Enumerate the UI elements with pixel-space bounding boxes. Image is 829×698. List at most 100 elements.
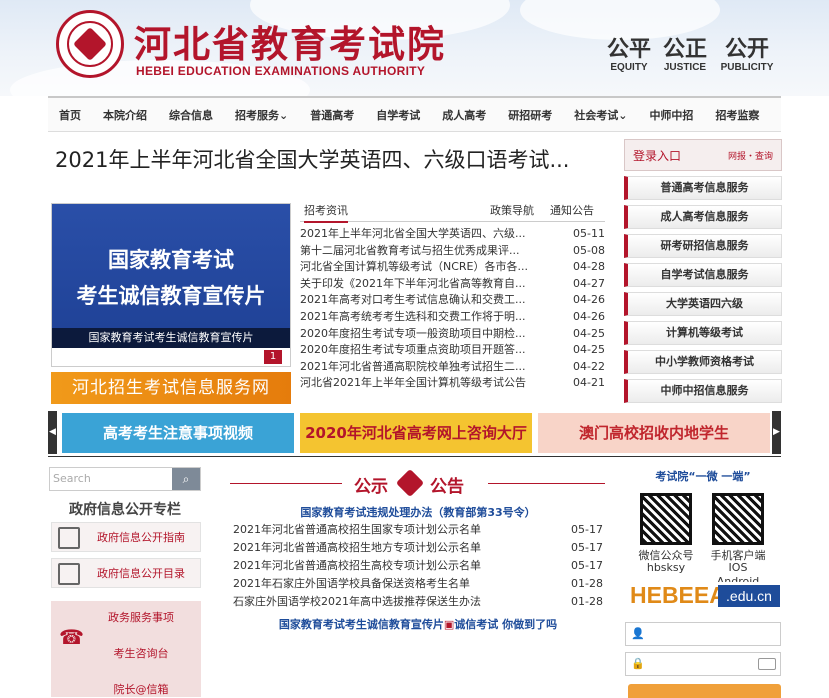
gov-guide-button[interactable]: 政府信息公开指南	[51, 522, 201, 552]
service-zhongshi[interactable]: 中师中招信息服务	[624, 379, 782, 403]
authority-logo[interactable]	[56, 10, 124, 78]
mailbox-link[interactable]: 院长@信箱	[81, 681, 201, 697]
banner-pager	[52, 348, 290, 366]
gov-guide-label: 政府信息公开指南	[97, 531, 185, 544]
site-header: 河北省教育考试院 HEBEI EDUCATION EXAMINATIONS AU…	[0, 0, 829, 96]
media-caption: 考试院“一微 一端”	[655, 470, 751, 483]
service-gaokao[interactable]: 普通高考信息服务	[624, 176, 782, 200]
media-panel: 考试院“一微 一端”	[624, 468, 782, 484]
integrity-label: 国家教育考试考生诚信教育宣传片	[278, 618, 444, 631]
tab-policy[interactable]: 政策导航	[490, 202, 534, 218]
banner-caption: 国家教育考试考生诚信教育宣传片	[52, 328, 290, 348]
motto-publicity: 公开 PUBLICITY	[720, 36, 774, 73]
video-icon: ▣	[443, 618, 455, 631]
list-icon	[58, 563, 80, 585]
banner-line1: 国家教育考试	[108, 248, 234, 272]
wechat-id: hbsksy	[646, 561, 686, 574]
login-label: 登录入口	[633, 148, 682, 163]
notice-title-left: 公示	[354, 477, 388, 497]
nav-social-exam[interactable]: 社会考试⌄	[563, 107, 638, 123]
app-ios: IOS	[728, 561, 748, 574]
tab-exam-news[interactable]: 招考资讯	[304, 202, 348, 223]
promo-online-hall[interactable]: 2020年河北省高考网上咨询大厅	[300, 413, 532, 453]
list-item[interactable]: 河北省全国计算机等级考试（NCRE）各市各... 04-28	[300, 259, 605, 276]
motto-equity: 公平 EQUITY	[606, 36, 651, 73]
integrity-slogan: 诚信考试 你做到了吗	[454, 618, 558, 631]
list-item[interactable]: 2020年度招生考试专项重点资助项目开题答... 04-25	[300, 342, 605, 359]
nav-zhongshi[interactable]: 中师中招	[638, 107, 704, 123]
nav-about[interactable]: 本院介绍	[92, 107, 158, 123]
list-item[interactable]: 石家庄外国语学校2021年高中选拔推荐保送生办法 01-28	[233, 593, 603, 611]
site-subtitle: HEBEI EDUCATION EXAMINATIONS AUTHORITY	[136, 64, 426, 78]
hebeea-domain: .edu.cn	[718, 585, 780, 607]
emblem-icon	[395, 468, 425, 498]
nav-general-info[interactable]: 综合信息	[158, 107, 224, 123]
nav-adult-exam[interactable]: 成人高考	[431, 107, 497, 123]
list-item[interactable]: 2021年石家庄外国语学校具备保送资格考生名单 01-28	[233, 575, 603, 593]
password-field[interactable]: 🔒	[625, 652, 781, 676]
notice-headline[interactable]: 国家教育考试违规处理办法（教育部第33号令）	[233, 504, 603, 521]
hebeea-logo[interactable]: HEBEEA .edu.cn	[630, 582, 780, 610]
keyboard-icon[interactable]	[758, 658, 776, 670]
notice-header: 公示 公告	[230, 468, 605, 498]
list-item[interactable]: 2021年河北省普通高校招生高校专项计划公示名单 05-17	[233, 557, 603, 575]
list-item[interactable]: 2020年度招生考试专项一般资助项目中期检... 04-25	[300, 326, 605, 343]
list-item[interactable]: 2021年高考对口考生考试信息确认和交费工... 04-26	[300, 292, 605, 309]
list-item[interactable]: 2021年河北省普通高校招生国家专项计划公示名单 05-17	[233, 521, 603, 539]
promo-macau[interactable]: 澳门高校招收内地学生	[538, 413, 770, 453]
affairs-box: 政务服务事项 ☎ 考生咨询台 院长@信箱	[51, 601, 201, 697]
nav-graduate[interactable]: 研招研考	[497, 107, 563, 123]
banner-line2: 考生诚信教育宣传片	[76, 284, 266, 308]
search-icon[interactable]: ⌕	[172, 468, 200, 490]
promo-gaokao-video[interactable]: 高考考生注意事项视频	[62, 413, 294, 453]
list-item[interactable]: 2021年河北省普通高职院校单独考试招生二... 04-22	[300, 359, 605, 376]
tab-notice[interactable]: 通知公告	[550, 202, 594, 218]
site-title: 河北省教育考试院	[134, 22, 446, 66]
list-item[interactable]: 关于印发《2021年下半年河北省高等教育自... 04-27	[300, 276, 605, 293]
gov-catalog-button[interactable]: 政府信息公开目录	[51, 558, 201, 588]
service-teacher-cert[interactable]: 中小学教师资格考试	[624, 350, 782, 374]
login-entry[interactable]: 登录入口 网报・查询	[624, 139, 782, 171]
lock-icon: 🔒	[631, 657, 645, 670]
nav-gaokao[interactable]: 普通高考	[299, 107, 365, 123]
list-item[interactable]: 2021年河北省普通高校招生地方专项计划公示名单 05-17	[233, 539, 603, 557]
service-graduate[interactable]: 研考研招信息服务	[624, 234, 782, 258]
service-cet[interactable]: 大学英语四六级	[624, 292, 782, 316]
service-ncre[interactable]: 计算机等级考试	[624, 321, 782, 345]
notice-title-right: 公告	[430, 477, 464, 497]
document-icon	[58, 527, 80, 549]
service-panel: 登录入口 网报・查询 普通高考信息服务 成人高考信息服务 研考研招信息服务 自学…	[624, 139, 782, 403]
banner-page-button[interactable]: 1	[264, 350, 282, 364]
nav-self-study[interactable]: 自学考试	[365, 107, 431, 123]
search-box: Search ⌕	[49, 467, 201, 491]
gov-column-title: 政府信息公开专栏	[69, 502, 181, 518]
wechat-qr-code	[640, 493, 692, 545]
headline-link[interactable]: 2021年上半年河北省全国大学英语四、六级口语考试...	[55, 144, 615, 174]
integrity-link[interactable]: 国家教育考试考生诚信教育宣传片▣诚信考试 你做到了吗	[233, 616, 603, 632]
news-list: 2021年上半年河北省全国大学英语四、六级... 05-11 第十二届河北省教育考…	[300, 226, 605, 392]
divider	[48, 456, 781, 457]
search-input[interactable]: Search	[53, 472, 91, 485]
prev-arrow-icon[interactable]: ◀	[48, 411, 57, 454]
hebei-service-link[interactable]: 河北招生考试信息服务网	[51, 372, 291, 404]
affairs-services-link[interactable]: 政务服务事项	[81, 609, 201, 625]
nav-supervision[interactable]: 招考监察	[704, 107, 770, 123]
login-links[interactable]: 网报・查询	[728, 149, 773, 162]
list-item[interactable]: 河北省2021年上半年全国计算机等级考试公告 04-21	[300, 375, 605, 392]
news-tabs: 招考资讯 政策导航 通知公告	[300, 200, 605, 223]
list-item[interactable]: 2021年高考统考考生选科和交费工作将于明... 04-26	[300, 309, 605, 326]
next-arrow-icon[interactable]: ▶	[772, 411, 781, 454]
user-icon: 👤	[631, 627, 645, 640]
login-button[interactable]	[628, 684, 781, 698]
consult-link[interactable]: 考生咨询台	[81, 645, 201, 661]
notice-line-right	[488, 483, 605, 484]
service-self-study[interactable]: 自学考试信息服务	[624, 263, 782, 287]
nav-home[interactable]: 首页	[48, 107, 92, 123]
list-item[interactable]: 2021年上半年河北省全国大学英语四、六级... 05-11	[300, 226, 605, 243]
nav-exam-services[interactable]: 招考服务⌄	[224, 107, 299, 123]
list-item[interactable]: 第十二届河北省教育考试与招生优秀成果评... 05-08	[300, 243, 605, 260]
username-field[interactable]: 👤	[625, 622, 781, 646]
service-adult[interactable]: 成人高考信息服务	[624, 205, 782, 229]
video-banner[interactable]: 国家教育考试 考生诚信教育宣传片 国家教育考试考生诚信教育宣传片 1	[51, 203, 291, 367]
hebeea-text: HEBEEA	[630, 582, 726, 608]
